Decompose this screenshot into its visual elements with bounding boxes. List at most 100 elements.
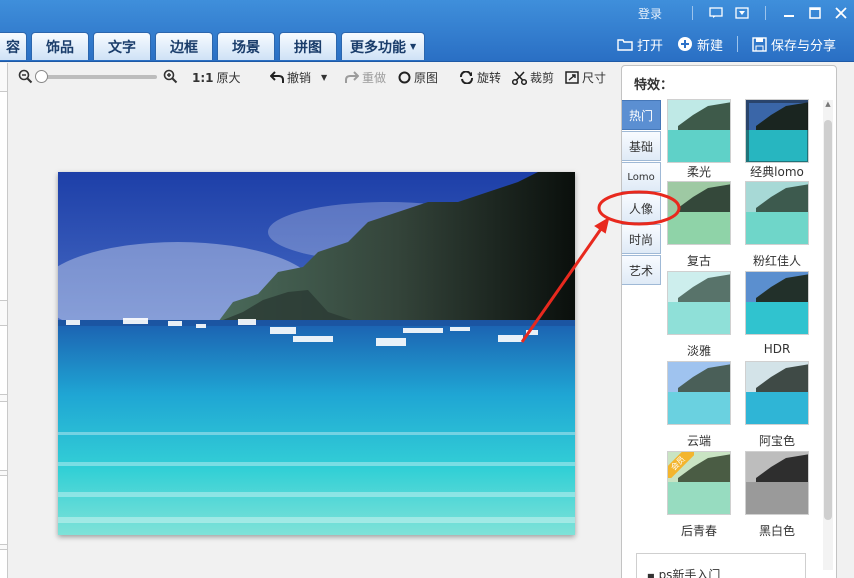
tab-content[interactable]: 容 — [0, 32, 27, 60]
minimize-icon[interactable] — [778, 4, 800, 22]
crop-label: 裁剪 — [530, 71, 555, 85]
tab-text[interactable]: 文字 — [93, 32, 151, 60]
maximize-icon[interactable] — [804, 4, 826, 22]
original-label: 原图 — [414, 71, 439, 85]
effects-panel: 特效： 热门 基础 Lomo 人像 时尚 艺术 柔光 经典lomo 复古 粉红佳… — [621, 65, 837, 578]
tab-more-label: 更多功能 — [350, 39, 406, 56]
window-controls: 登录 — [638, 2, 854, 24]
open-label: 打开 — [636, 38, 663, 54]
effect-label: 黑白色 — [758, 524, 795, 538]
menu-icon[interactable] — [731, 4, 753, 22]
effect-thumbnail[interactable] — [667, 181, 731, 245]
undo-icon — [270, 71, 284, 83]
crop-button[interactable]: 裁剪 — [512, 69, 554, 86]
effect-label: 淡雅 — [686, 344, 711, 358]
redo-icon — [345, 71, 359, 83]
left-panel-segment — [0, 91, 8, 301]
chevron-down-icon: ▼ — [410, 42, 417, 51]
circle-icon — [398, 71, 411, 84]
close-icon[interactable] — [830, 4, 852, 22]
open-button[interactable]: 打开 — [617, 35, 663, 54]
new-button[interactable]: 新建 — [677, 35, 738, 54]
effect-label: 云端 — [686, 434, 711, 448]
folder-icon — [617, 39, 633, 51]
left-panel-segment — [0, 325, 8, 395]
tab-decorations[interactable]: 饰品 — [31, 32, 89, 60]
tab-more-features[interactable]: 更多功能 ▼ — [341, 32, 426, 60]
effect-thumbnail[interactable] — [667, 361, 731, 425]
file-actions: 打开 新建 保存与分享 — [603, 32, 836, 56]
ratio-label: 1:1 — [192, 70, 214, 85]
rotate-button[interactable]: 旋转 — [459, 69, 501, 86]
undo-button[interactable]: 撤销 ▼ — [270, 69, 327, 86]
left-panel — [0, 63, 8, 578]
save-icon — [752, 36, 767, 52]
rotate-icon — [460, 71, 473, 84]
original-size-label: 原大 — [216, 71, 241, 85]
zoom-slider-handle[interactable] — [35, 69, 48, 83]
title-bar: 登录 容 饰品 文字 边框 场景 拼图 更多功能 ▼ 打开 新建 保存与分享 — [0, 0, 854, 62]
vip-badge: 会员 — [668, 452, 694, 478]
tab-scene[interactable]: 场景 — [217, 32, 275, 60]
effect-thumbnail[interactable] — [745, 99, 809, 163]
plus-circle-icon — [677, 37, 692, 51]
original-size-button[interactable]: 1:1 原大 — [192, 69, 241, 86]
category-hot[interactable]: 热门 — [622, 100, 661, 130]
left-panel-segment — [0, 401, 8, 471]
rotate-label: 旋转 — [477, 71, 502, 85]
size-button[interactable]: 尺寸 — [565, 69, 606, 86]
effect-thumbnail[interactable] — [667, 99, 731, 163]
zoom-control — [18, 69, 178, 84]
divider — [765, 6, 766, 20]
effect-thumbnail[interactable] — [745, 451, 809, 515]
effect-thumbnail[interactable] — [667, 271, 731, 335]
tab-border[interactable]: 边框 — [155, 32, 213, 60]
effects-title: 特效： — [634, 78, 674, 93]
save-share-button[interactable]: 保存与分享 — [752, 35, 836, 54]
newbie-label: ps新手入门 — [658, 568, 721, 578]
zoom-out-icon[interactable] — [18, 69, 33, 84]
effect-label: 复古 — [686, 254, 711, 268]
effect-label: HDR — [763, 342, 791, 356]
redo-label: 重做 — [362, 71, 387, 85]
category-portrait[interactable]: 人像 — [622, 193, 661, 223]
divider — [736, 36, 738, 52]
original-image-button[interactable]: 原图 — [398, 69, 438, 86]
zoom-in-icon[interactable] — [163, 69, 178, 84]
effect-label: 经典lomo — [750, 165, 804, 179]
left-panel-segment — [0, 475, 8, 545]
scrollbar-thumb[interactable] — [824, 120, 832, 520]
scroll-up-icon[interactable]: ▲ — [824, 100, 832, 108]
left-panel-segment — [0, 549, 8, 578]
redo-button[interactable]: 重做 — [345, 69, 386, 86]
effect-label: 阿宝色 — [758, 434, 795, 448]
effect-label: 粉红佳人 — [752, 254, 801, 268]
annotation-arrowhead — [594, 216, 610, 234]
undo-label: 撤销 — [287, 71, 312, 85]
vip-badge-label: 会员 — [668, 452, 694, 478]
main-tabs: 容 饰品 文字 边框 场景 拼图 更多功能 ▼ — [0, 30, 429, 60]
resize-icon — [565, 71, 579, 84]
divider — [692, 6, 693, 20]
effects-scrollbar[interactable]: ▲ — [823, 100, 833, 570]
save-share-label: 保存与分享 — [770, 38, 836, 54]
login-link[interactable]: 登录 — [638, 5, 662, 22]
category-basic[interactable]: 基础 — [622, 131, 661, 161]
effect-thumbnail[interactable] — [745, 361, 809, 425]
canvas-photo[interactable] — [58, 172, 575, 535]
size-label: 尺寸 — [582, 71, 607, 85]
category-fashion[interactable]: 时尚 — [622, 224, 661, 254]
message-icon[interactable] — [705, 4, 727, 22]
zoom-slider[interactable] — [35, 69, 157, 83]
effect-thumbnail[interactable]: 会员 — [667, 451, 731, 515]
effect-thumbnail[interactable] — [745, 181, 809, 245]
tab-collage[interactable]: 拼图 — [279, 32, 337, 60]
effect-label: 柔光 — [686, 165, 711, 179]
chevron-down-icon[interactable]: ▼ — [321, 73, 327, 82]
newbie-guide-link[interactable]: ■ ps新手入门 — [636, 553, 806, 578]
new-label: 新建 — [696, 38, 723, 54]
scissors-icon — [512, 70, 527, 85]
bullet-icon: ■ — [647, 572, 655, 578]
effect-label: 后青春 — [680, 524, 717, 538]
effect-thumbnail[interactable] — [745, 271, 809, 335]
